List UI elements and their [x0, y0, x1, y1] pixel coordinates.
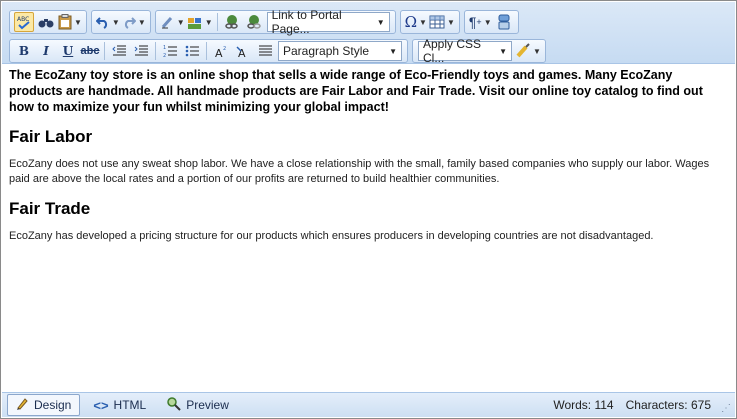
chevron-down-icon: ▼	[499, 46, 507, 56]
toolbar-group-css: Apply CSS Cl... ▼ ▼	[412, 37, 546, 65]
tab-design-label: Design	[34, 398, 72, 412]
chevron-down-icon: ▼	[376, 17, 385, 27]
toolbar-separator	[155, 42, 156, 60]
section-body: EcoZany does not use any sweat shop labo…	[9, 158, 710, 185]
toolbar-separator	[104, 42, 105, 60]
paragraph-mark-icon[interactable]: ¶ + ▼	[469, 12, 492, 32]
toolbar-group-insert: ▼ ▼ Link to Portal Page... ▼	[154, 8, 396, 36]
link-to-portal-page-label: Link to Portal Page...	[271, 8, 342, 36]
svg-text:2: 2	[223, 46, 226, 52]
italic-button[interactable]: I	[36, 41, 56, 61]
toolbar-group-formatting: B I U abc 12 A2 A Paragraph Style ▼	[9, 39, 408, 63]
apply-css-class-dropdown[interactable]: Apply CSS Cl... ▼	[418, 37, 512, 65]
spellcheck-icon[interactable]: ABC	[14, 12, 34, 32]
indent-icon[interactable]	[131, 41, 151, 61]
intro-paragraph: The EcoZany toy store is an online shop …	[9, 68, 703, 114]
section-heading: Fair Trade	[9, 199, 91, 218]
superscript-icon[interactable]: A2	[211, 41, 231, 61]
toolbar-group-editing: ABC ▼	[9, 10, 87, 34]
outdent-icon[interactable]	[109, 41, 129, 61]
character-count: Characters: 675	[625, 398, 711, 412]
link-to-portal-page-dropdown[interactable]: Link to Portal Page... ▼	[266, 8, 390, 36]
pencil-icon	[16, 397, 29, 413]
paragraph-style-dropdown[interactable]: Paragraph Style ▼	[278, 41, 402, 61]
numbered-list-icon[interactable]: 12	[160, 41, 180, 61]
status-bar: Design <> HTML Preview Words: 114 Charac…	[2, 392, 735, 417]
html-editor: ABC ▼ ▼ ▼ ▼ ▼ Link to Portal Page... ▼ Ω…	[0, 0, 737, 419]
undo-icon[interactable]: ▼	[95, 12, 120, 32]
toolbar-group-symbols: Ω ▼ ▼	[399, 10, 460, 34]
eraser-icon[interactable]: ▼	[160, 12, 185, 32]
table-icon[interactable]: ▼	[429, 12, 455, 32]
toolbar-row-1: ABC ▼ ▼ ▼ ▼ ▼ Link to Portal Page... ▼ Ω…	[9, 8, 523, 36]
svg-text:ABC: ABC	[17, 16, 29, 23]
toolbar-group-history: ▼ ▼	[90, 10, 151, 34]
section-heading: Fair Labor	[9, 127, 93, 146]
format-stripper-icon[interactable]: ▼	[515, 41, 541, 61]
svg-text:A: A	[215, 47, 223, 59]
resize-grip-icon[interactable]: ⋰	[721, 403, 731, 414]
redo-icon[interactable]: ▼	[122, 12, 146, 32]
paragraph-style-label: Paragraph Style	[283, 44, 370, 58]
tab-html-label: HTML	[113, 398, 147, 412]
module-manager-icon[interactable]	[494, 12, 514, 32]
word-count: Words: 114	[553, 398, 614, 412]
bold-button[interactable]: B	[14, 41, 34, 61]
section-body: EcoZany has developed a pricing structur…	[9, 230, 654, 242]
magnifier-icon	[167, 396, 181, 414]
strikethrough-button[interactable]: abc	[80, 41, 100, 61]
word-character-counts: Words: 114 Characters: 675	[553, 398, 711, 412]
svg-text:1: 1	[163, 45, 166, 51]
svg-text:2: 2	[163, 53, 166, 58]
tab-design[interactable]: Design	[7, 394, 81, 416]
toolbar-separator	[206, 42, 207, 60]
image-manager-icon[interactable]: ▼	[187, 12, 213, 32]
chevron-down-icon: ▼	[389, 46, 397, 56]
editor-content[interactable]: The EcoZany toy store is an online shop …	[9, 67, 729, 244]
remove-link-icon[interactable]	[244, 12, 264, 32]
clear-formatting-icon[interactable]: A	[233, 41, 253, 61]
tab-preview[interactable]: Preview	[159, 394, 237, 416]
hyperlink-icon[interactable]	[222, 12, 242, 32]
bulleted-list-icon[interactable]	[182, 41, 202, 61]
code-brackets-icon: <>	[93, 397, 109, 413]
underline-button[interactable]: U	[58, 41, 78, 61]
apply-css-class-label: Apply CSS Cl...	[423, 37, 482, 65]
toolbar-separator	[216, 13, 218, 31]
binoculars-icon[interactable]	[36, 12, 56, 32]
omega-icon[interactable]: Ω ▼	[405, 12, 427, 32]
tab-preview-label: Preview	[186, 398, 229, 412]
tab-html[interactable]: <> HTML	[85, 394, 154, 416]
toolbar-area: ABC ▼ ▼ ▼ ▼ ▼ Link to Portal Page... ▼ Ω…	[2, 2, 735, 65]
toolbar-group-view: ¶ + ▼	[463, 10, 519, 34]
toolbar-row-2: B I U abc 12 A2 A Paragraph Style ▼ Appl…	[9, 37, 550, 65]
justify-icon[interactable]	[255, 41, 275, 61]
clipboard-icon[interactable]: ▼	[58, 12, 82, 32]
